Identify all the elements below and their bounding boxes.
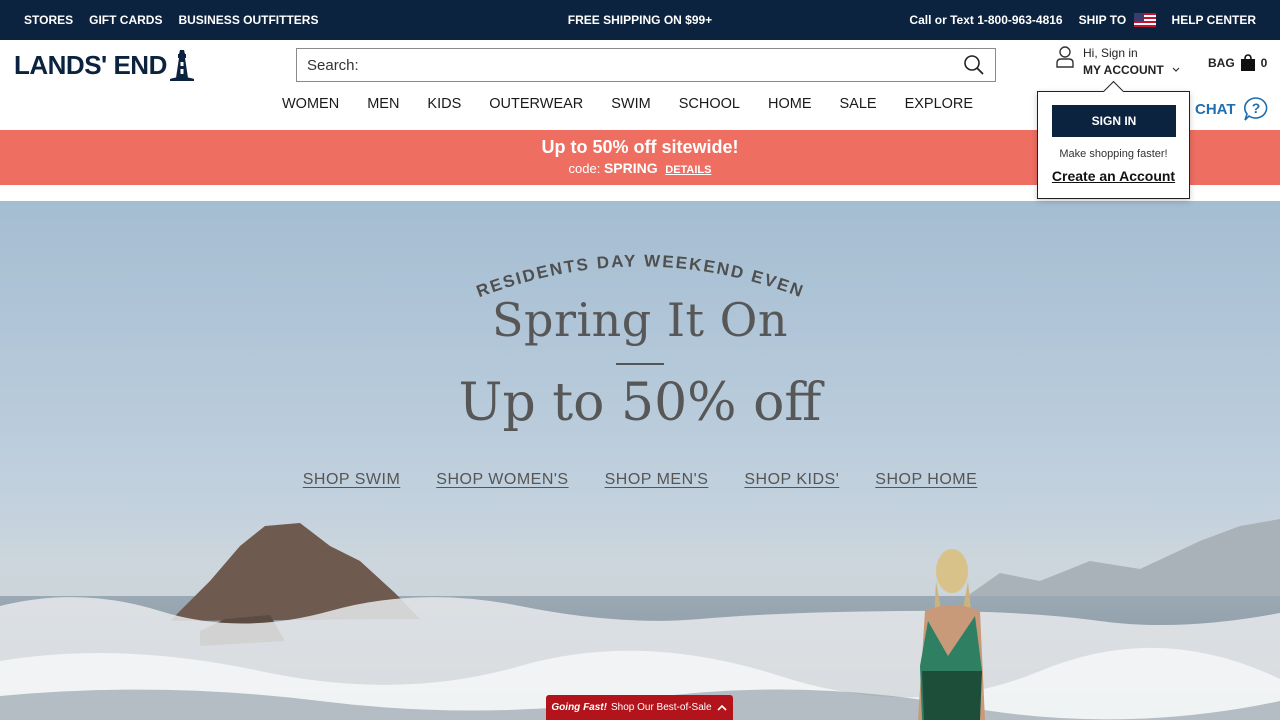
free-shipping-message[interactable]: FREE SHIPPING ON $99+ (568, 13, 712, 27)
promo-code: SPRING (603, 160, 658, 176)
us-flag-icon (1133, 13, 1156, 28)
logo-text: LANDS' END (14, 49, 167, 80)
search-icon[interactable] (963, 54, 985, 76)
hero-divider (616, 363, 664, 365)
account-greeting: Hi, Sign in (1083, 46, 1138, 60)
nav-women[interactable]: WOMEN (280, 96, 353, 112)
going-fast-tab[interactable]: Going Fast! Shop Our Best-of-Sale (546, 695, 733, 720)
svg-text:?: ? (1251, 100, 1260, 116)
account-dropdown: SIGN IN Make shopping faster! Create an … (1037, 91, 1190, 199)
create-account-link[interactable]: Create an Account (1038, 168, 1189, 184)
bag-label: BAG (1208, 56, 1235, 70)
brand-logo[interactable]: LANDS' END (14, 48, 195, 82)
chevron-up-icon (717, 704, 727, 711)
ship-to-label: SHIP TO (1078, 12, 1127, 27)
promo-details-link[interactable]: DETAILS (665, 164, 711, 176)
shopping-bag-icon (1240, 54, 1255, 71)
business-outfitters-link[interactable]: BUSINESS OUTFITTERS (178, 13, 318, 27)
shop-mens-link[interactable]: SHOP MEN'S (605, 471, 709, 489)
shop-womens-link[interactable]: SHOP WOMEN'S (436, 471, 568, 489)
hero-banner[interactable]: PRESIDENTS DAY WEEKEND EVENT Spring It O… (0, 201, 1280, 720)
hero-title: Spring It On (492, 293, 788, 347)
bag-count: 0 (1260, 56, 1268, 70)
going-fast-label: Going Fast! (551, 702, 607, 713)
sign-in-hint: Make shopping faster! (1059, 148, 1168, 160)
going-fast-text: Shop Our Best-of-Sale (610, 702, 712, 713)
ship-to-link[interactable]: SHIP TO (1079, 13, 1156, 28)
nav-sale[interactable]: SALE (825, 96, 890, 112)
search-box[interactable] (296, 48, 996, 82)
shopping-bag[interactable]: BAG 0 (1208, 54, 1267, 72)
stores-link[interactable]: STORES (24, 13, 73, 27)
utility-bar: STORES GIFT CARDS BUSINESS OUTFITTERS FR… (0, 0, 1280, 40)
user-icon (1056, 46, 1074, 68)
chevron-down-icon (1172, 67, 1180, 72)
help-circle-icon: ? (1243, 97, 1267, 121)
hero-shop-links: SHOP SWIM SHOP WOMEN'S SHOP MEN'S SHOP K… (0, 471, 1280, 489)
nav-men[interactable]: MEN (353, 96, 413, 112)
help-center-link[interactable]: HELP CENTER (1172, 13, 1256, 27)
sign-in-button[interactable]: SIGN IN (1052, 105, 1176, 137)
nav-outerwear[interactable]: OUTERWEAR (475, 96, 597, 112)
my-account-menu[interactable]: Hi, Sign in MY ACCOUNT (1055, 45, 1181, 79)
main-navigation: WOMEN MEN KIDS OUTERWEAR SWIM SCHOOL HOM… (280, 96, 987, 112)
hero-subtitle: Up to 50% off (458, 373, 822, 433)
shop-swim-link[interactable]: SHOP SWIM (303, 471, 401, 489)
shop-kids-link[interactable]: SHOP KIDS' (744, 471, 839, 489)
lighthouse-icon (169, 50, 194, 81)
nav-kids[interactable]: KIDS (413, 96, 475, 112)
nav-home[interactable]: HOME (754, 96, 826, 112)
phone-link[interactable]: Call or Text 1-800-963-4816 (909, 13, 1062, 27)
nav-explore[interactable]: EXPLORE (891, 96, 988, 112)
shop-home-link[interactable]: SHOP HOME (875, 471, 977, 489)
nav-swim[interactable]: SWIM (597, 96, 664, 112)
promo-code-prefix: code: (568, 161, 601, 176)
nav-school[interactable]: SCHOOL (665, 96, 754, 112)
chat-label: CHAT (1195, 100, 1236, 118)
gift-cards-link[interactable]: GIFT CARDS (89, 13, 162, 27)
search-input[interactable] (307, 56, 963, 74)
account-label: MY ACCOUNT (1083, 63, 1164, 77)
chat-button[interactable]: CHAT ? (1195, 96, 1270, 122)
